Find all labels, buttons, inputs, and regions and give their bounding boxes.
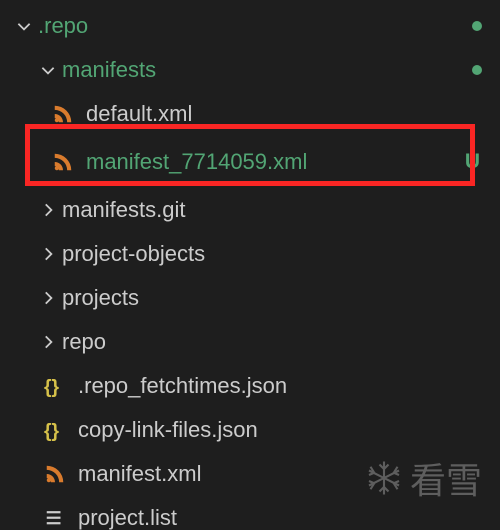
file-label: project.list xyxy=(78,505,500,530)
chevron-right-icon xyxy=(38,332,58,352)
folder-label: manifests.git xyxy=(62,197,500,223)
folder-label: project-objects xyxy=(62,241,500,267)
git-modified-dot xyxy=(472,65,482,75)
chevron-right-icon xyxy=(38,244,58,264)
tree-folder-manifests-git[interactable]: manifests.git xyxy=(0,188,500,232)
tree-folder-project-objects[interactable]: project-objects xyxy=(0,232,500,276)
feed-icon xyxy=(52,103,74,125)
braces-icon: {} xyxy=(44,375,66,397)
svg-text:{}: {} xyxy=(44,421,59,441)
folder-label: projects xyxy=(62,285,500,311)
file-label: manifest_7714059.xml xyxy=(86,149,465,175)
git-status-untracked: U xyxy=(465,150,480,174)
feed-icon xyxy=(44,463,66,485)
tree-file-default-xml[interactable]: default.xml xyxy=(0,92,500,136)
svg-text:{}: {} xyxy=(44,377,59,397)
tree-folder-repo-root[interactable]: .repo xyxy=(0,4,500,48)
list-icon xyxy=(44,507,66,529)
watermark: 看雪 xyxy=(366,452,482,504)
braces-icon: {} xyxy=(44,419,66,441)
file-explorer-tree: .repo manifests default.xml manifest_771… xyxy=(0,0,500,530)
folder-label: .repo xyxy=(38,13,472,39)
chevron-down-icon xyxy=(14,16,34,36)
git-modified-dot xyxy=(472,21,482,31)
file-label: copy-link-files.json xyxy=(78,417,500,443)
tree-folder-repo[interactable]: repo xyxy=(0,320,500,364)
file-label: default.xml xyxy=(86,101,500,127)
tree-file-manifest-7714059-xml[interactable]: manifest_7714059.xml U xyxy=(0,140,500,184)
chevron-right-icon xyxy=(38,200,58,220)
chevron-down-icon xyxy=(38,60,58,80)
folder-label: repo xyxy=(62,329,500,355)
tree-folder-projects[interactable]: projects xyxy=(0,276,500,320)
feed-icon xyxy=(52,151,74,173)
file-label: .repo_fetchtimes.json xyxy=(78,373,500,399)
chevron-right-icon xyxy=(38,288,58,308)
folder-label: manifests xyxy=(62,57,472,83)
watermark-text: 看雪 xyxy=(410,452,482,504)
tree-file-repo-fetchtimes-json[interactable]: {} .repo_fetchtimes.json xyxy=(0,364,500,408)
tree-folder-manifests[interactable]: manifests xyxy=(0,48,500,92)
snowflake-icon xyxy=(366,460,402,496)
tree-file-copy-link-files-json[interactable]: {} copy-link-files.json xyxy=(0,408,500,452)
